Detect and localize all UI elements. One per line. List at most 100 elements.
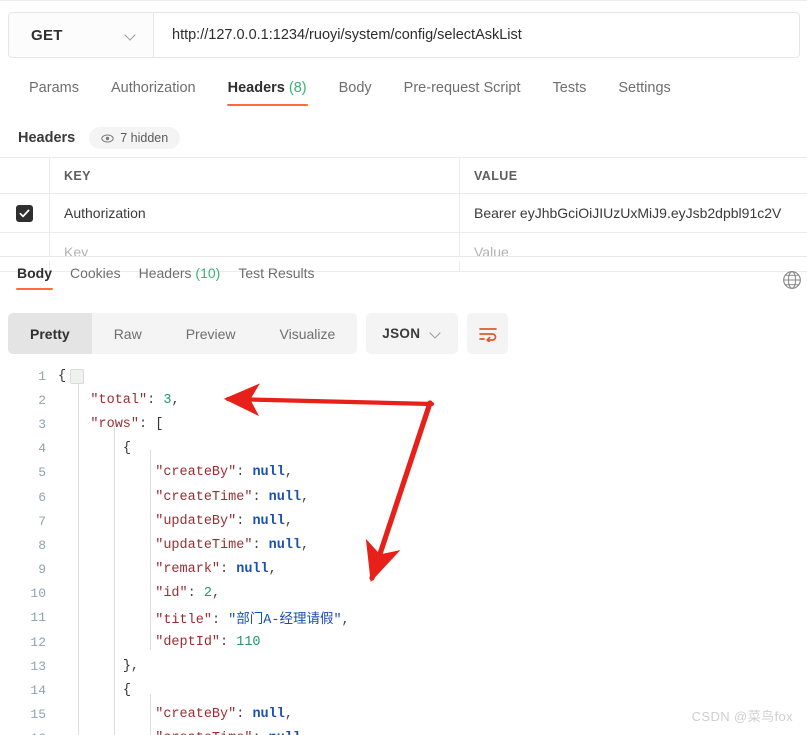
line-number: 14	[30, 683, 46, 699]
code-fold-indicator[interactable]	[70, 369, 84, 384]
tab-count: (10)	[195, 265, 221, 281]
tab-pre-request-script[interactable]: Pre-request Script	[393, 78, 532, 108]
globe-icon[interactable]	[781, 269, 803, 291]
code-token: null	[268, 489, 302, 505]
response-body-code[interactable]: 1{2 "total": 3, 3 "rows": [4 {5 "createBy…	[0, 364, 807, 735]
view-mode-pretty[interactable]: Pretty	[8, 313, 92, 354]
tab-headers[interactable]: Headers (8)	[217, 78, 318, 108]
code-line: 5 "createBy": null,	[0, 461, 807, 485]
code-token: ,	[211, 586, 221, 602]
header-key-value[interactable]: Authorization	[64, 205, 146, 221]
tab-body[interactable]: Body	[328, 78, 383, 108]
format-label: JSON	[382, 326, 421, 341]
code-line-text: "createTime": null,	[58, 731, 309, 735]
tab-label: Tests	[552, 80, 587, 96]
code-token: 110	[236, 634, 261, 650]
tab-params[interactable]: Params	[18, 78, 90, 108]
line-number: 15	[30, 707, 46, 723]
code-line-text: {	[58, 441, 131, 456]
code-line: 10 "id": 2,	[0, 582, 807, 606]
code-line: 7 "updateBy": null,	[0, 509, 807, 533]
code-line-text: "createBy": null,	[58, 465, 293, 480]
chevron-down-icon	[431, 328, 442, 339]
word-wrap-button[interactable]	[467, 313, 509, 354]
line-number: 8	[38, 537, 46, 553]
code-line-text: "updateBy": null,	[58, 514, 293, 529]
format-selector[interactable]: JSON	[366, 313, 459, 354]
line-number: 13	[30, 658, 46, 674]
code-line-text: {	[58, 683, 131, 698]
code-token: "updateTime"	[155, 537, 253, 553]
response-tab-body[interactable]: Body	[8, 262, 61, 293]
code-token: ,	[301, 731, 309, 735]
tab-label: Body	[17, 265, 52, 281]
response-tab-bar: Body Cookies Headers (10) Test Results	[0, 262, 807, 298]
tab-authorization[interactable]: Authorization	[100, 78, 207, 108]
view-mode-raw[interactable]: Raw	[92, 313, 164, 354]
check-icon	[19, 209, 30, 217]
word-wrap-icon	[478, 327, 497, 342]
code-token: :	[236, 465, 253, 481]
code-line-text: "createTime": null,	[58, 490, 309, 505]
line-number: 2	[38, 392, 46, 408]
hidden-headers-label: 7 hidden	[120, 131, 169, 145]
code-token: "deptId"	[155, 634, 221, 650]
code-token: "updateBy"	[155, 513, 237, 529]
column-header-key: KEY	[64, 168, 91, 183]
code-token: null	[252, 465, 285, 481]
chevron-down-icon	[126, 30, 137, 41]
code-token: "createBy"	[155, 465, 237, 481]
code-line: 3 "rows": [	[0, 412, 807, 436]
code-line: 1{	[0, 364, 807, 388]
code-token: "部门A-经理请假"	[228, 613, 342, 629]
line-number: 6	[38, 489, 46, 505]
code-line-text: "createBy": null,	[58, 707, 293, 722]
code-token: ,	[284, 465, 293, 481]
header-check-column	[0, 158, 50, 193]
code-token: {	[58, 368, 67, 384]
code-token: null	[269, 731, 301, 735]
line-number: 11	[30, 610, 46, 626]
code-token: :	[236, 707, 253, 723]
code-line: 11 "title": "部门A-经理请假",	[0, 606, 807, 630]
headers-table: KEY VALUE Authorization Bearer eyJhbGciO…	[0, 157, 807, 272]
code-token: null	[268, 537, 302, 553]
hidden-headers-toggle[interactable]: 7 hidden	[89, 127, 181, 149]
url-input[interactable]: http://127.0.0.1:1234/ruoyi/system/confi…	[154, 13, 799, 57]
line-number: 3	[38, 416, 46, 432]
request-url-bar: GET http://127.0.0.1:1234/ruoyi/system/c…	[8, 12, 800, 58]
response-divider	[0, 256, 807, 261]
response-tab-headers[interactable]: Headers (10)	[130, 262, 230, 293]
request-tab-bar: Params Authorization Headers (8) Body Pr…	[0, 78, 807, 118]
row-checkbox[interactable]	[16, 204, 33, 222]
code-token: 2	[203, 586, 212, 602]
code-line: 13 },	[0, 654, 807, 678]
code-token: ,	[171, 392, 180, 408]
header-value-value[interactable]: Bearer eyJhbGciOiJIUzUxMiJ9.eyJsb2dpbl91…	[474, 205, 781, 221]
tab-label: Test Results	[238, 265, 315, 281]
code-token: null	[252, 707, 285, 723]
code-token: :	[211, 613, 229, 629]
response-tab-test-results[interactable]: Test Results	[229, 262, 323, 293]
top-divider	[0, 0, 807, 1]
code-line: 6 "createTime": null,	[0, 485, 807, 509]
tab-label: Settings	[618, 80, 671, 96]
code-token: ,	[284, 707, 293, 723]
tab-label: Headers	[227, 80, 285, 96]
tab-settings[interactable]: Settings	[607, 78, 681, 108]
code-token: "remark"	[155, 562, 221, 578]
table-row[interactable]: Authorization Bearer eyJhbGciOiJIUzUxMiJ…	[0, 194, 807, 233]
tab-count: (8)	[288, 80, 307, 96]
code-token: ,	[130, 658, 140, 674]
http-method-selector[interactable]: GET	[9, 13, 154, 57]
code-token: }	[122, 658, 131, 674]
line-number: 7	[38, 513, 46, 529]
tab-tests[interactable]: Tests	[542, 78, 598, 108]
code-token: "createTime"	[155, 489, 253, 505]
view-mode-preview[interactable]: Preview	[164, 313, 258, 354]
tab-label: Pre-request Script	[403, 80, 521, 96]
view-mode-visualize[interactable]: Visualize	[258, 313, 358, 354]
response-tab-cookies[interactable]: Cookies	[61, 262, 130, 293]
column-header-value: VALUE	[474, 168, 518, 183]
code-line: 12 "deptId": 110	[0, 630, 807, 654]
